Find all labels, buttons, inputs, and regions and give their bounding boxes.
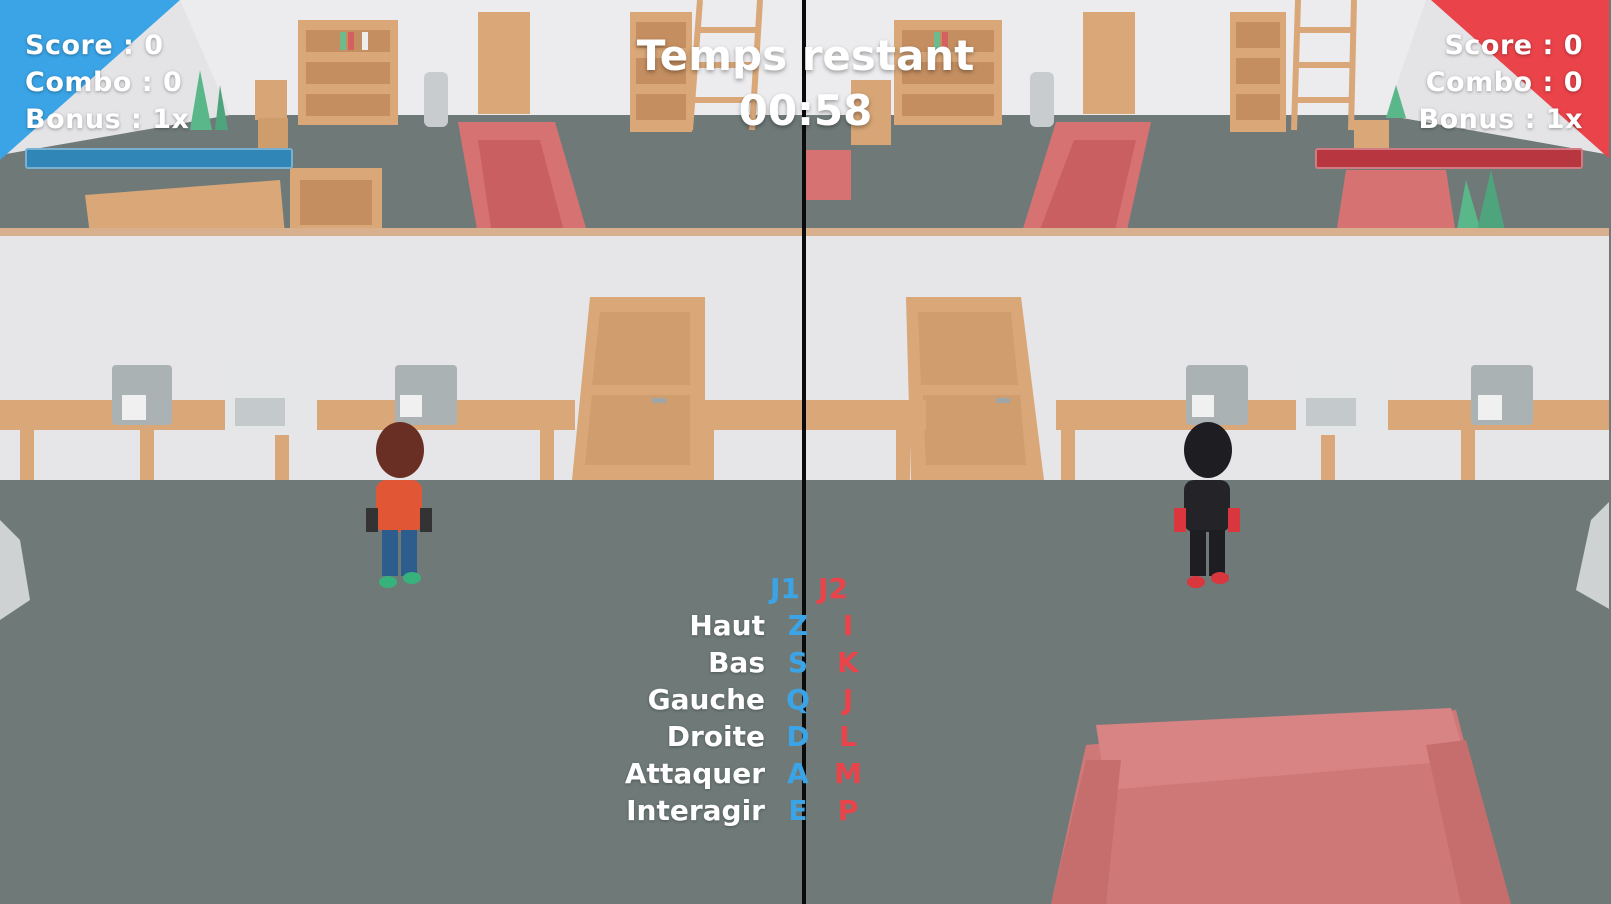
microwave: [1296, 360, 1388, 435]
control-key-j1: S: [787, 646, 809, 679]
control-action: Bas: [708, 646, 765, 679]
control-row-attaquer: Attaquer A M: [625, 755, 970, 792]
control-key-j1: Z: [787, 609, 809, 642]
control-key-j2: P: [837, 794, 859, 827]
control-key-j1: D: [786, 720, 810, 753]
player1-energy-bar: [25, 148, 293, 169]
control-key-j2: I: [842, 609, 854, 642]
header-j1: J1: [770, 572, 800, 605]
control-key-j2: K: [837, 646, 859, 679]
sofa: [1051, 708, 1511, 904]
controls-header: J1 J2: [640, 570, 970, 607]
control-action: Interagir: [626, 794, 765, 827]
header-j2: J2: [818, 572, 848, 605]
timer-value: 00:58: [738, 86, 873, 135]
control-row-haut: Haut Z I: [640, 607, 970, 644]
control-key-j2: L: [839, 720, 857, 753]
microwave: [225, 360, 317, 435]
control-action: Gauche: [647, 683, 765, 716]
control-key-j1: A: [787, 757, 809, 790]
control-action: Droite: [666, 720, 765, 753]
coffee-machine: [1471, 365, 1533, 425]
control-key-j2: M: [834, 757, 862, 790]
timer-label: Temps restant: [636, 31, 975, 80]
control-row-droite: Droite D L: [640, 718, 970, 755]
control-key-j2: J: [842, 683, 854, 716]
control-row-interagir: Interagir E P: [626, 792, 970, 829]
control-action: Haut: [689, 609, 765, 642]
player2-energy-bar: [1315, 148, 1583, 169]
control-row-bas: Bas S K: [640, 644, 970, 681]
controls-legend: J1 J2 Haut Z I Bas S K Gauche Q J Droite…: [625, 570, 970, 829]
counter: [806, 400, 926, 430]
coffee-machine: [395, 365, 457, 425]
control-key-j1: Q: [786, 683, 810, 716]
control-row-gauche: Gauche Q J: [640, 681, 970, 718]
coffee-machine: [1186, 365, 1248, 425]
control-action: Attaquer: [624, 757, 765, 790]
control-key-j1: E: [788, 794, 808, 827]
timer: Temps restant 00:58: [0, 28, 1611, 138]
coffee-machine: [112, 365, 172, 425]
